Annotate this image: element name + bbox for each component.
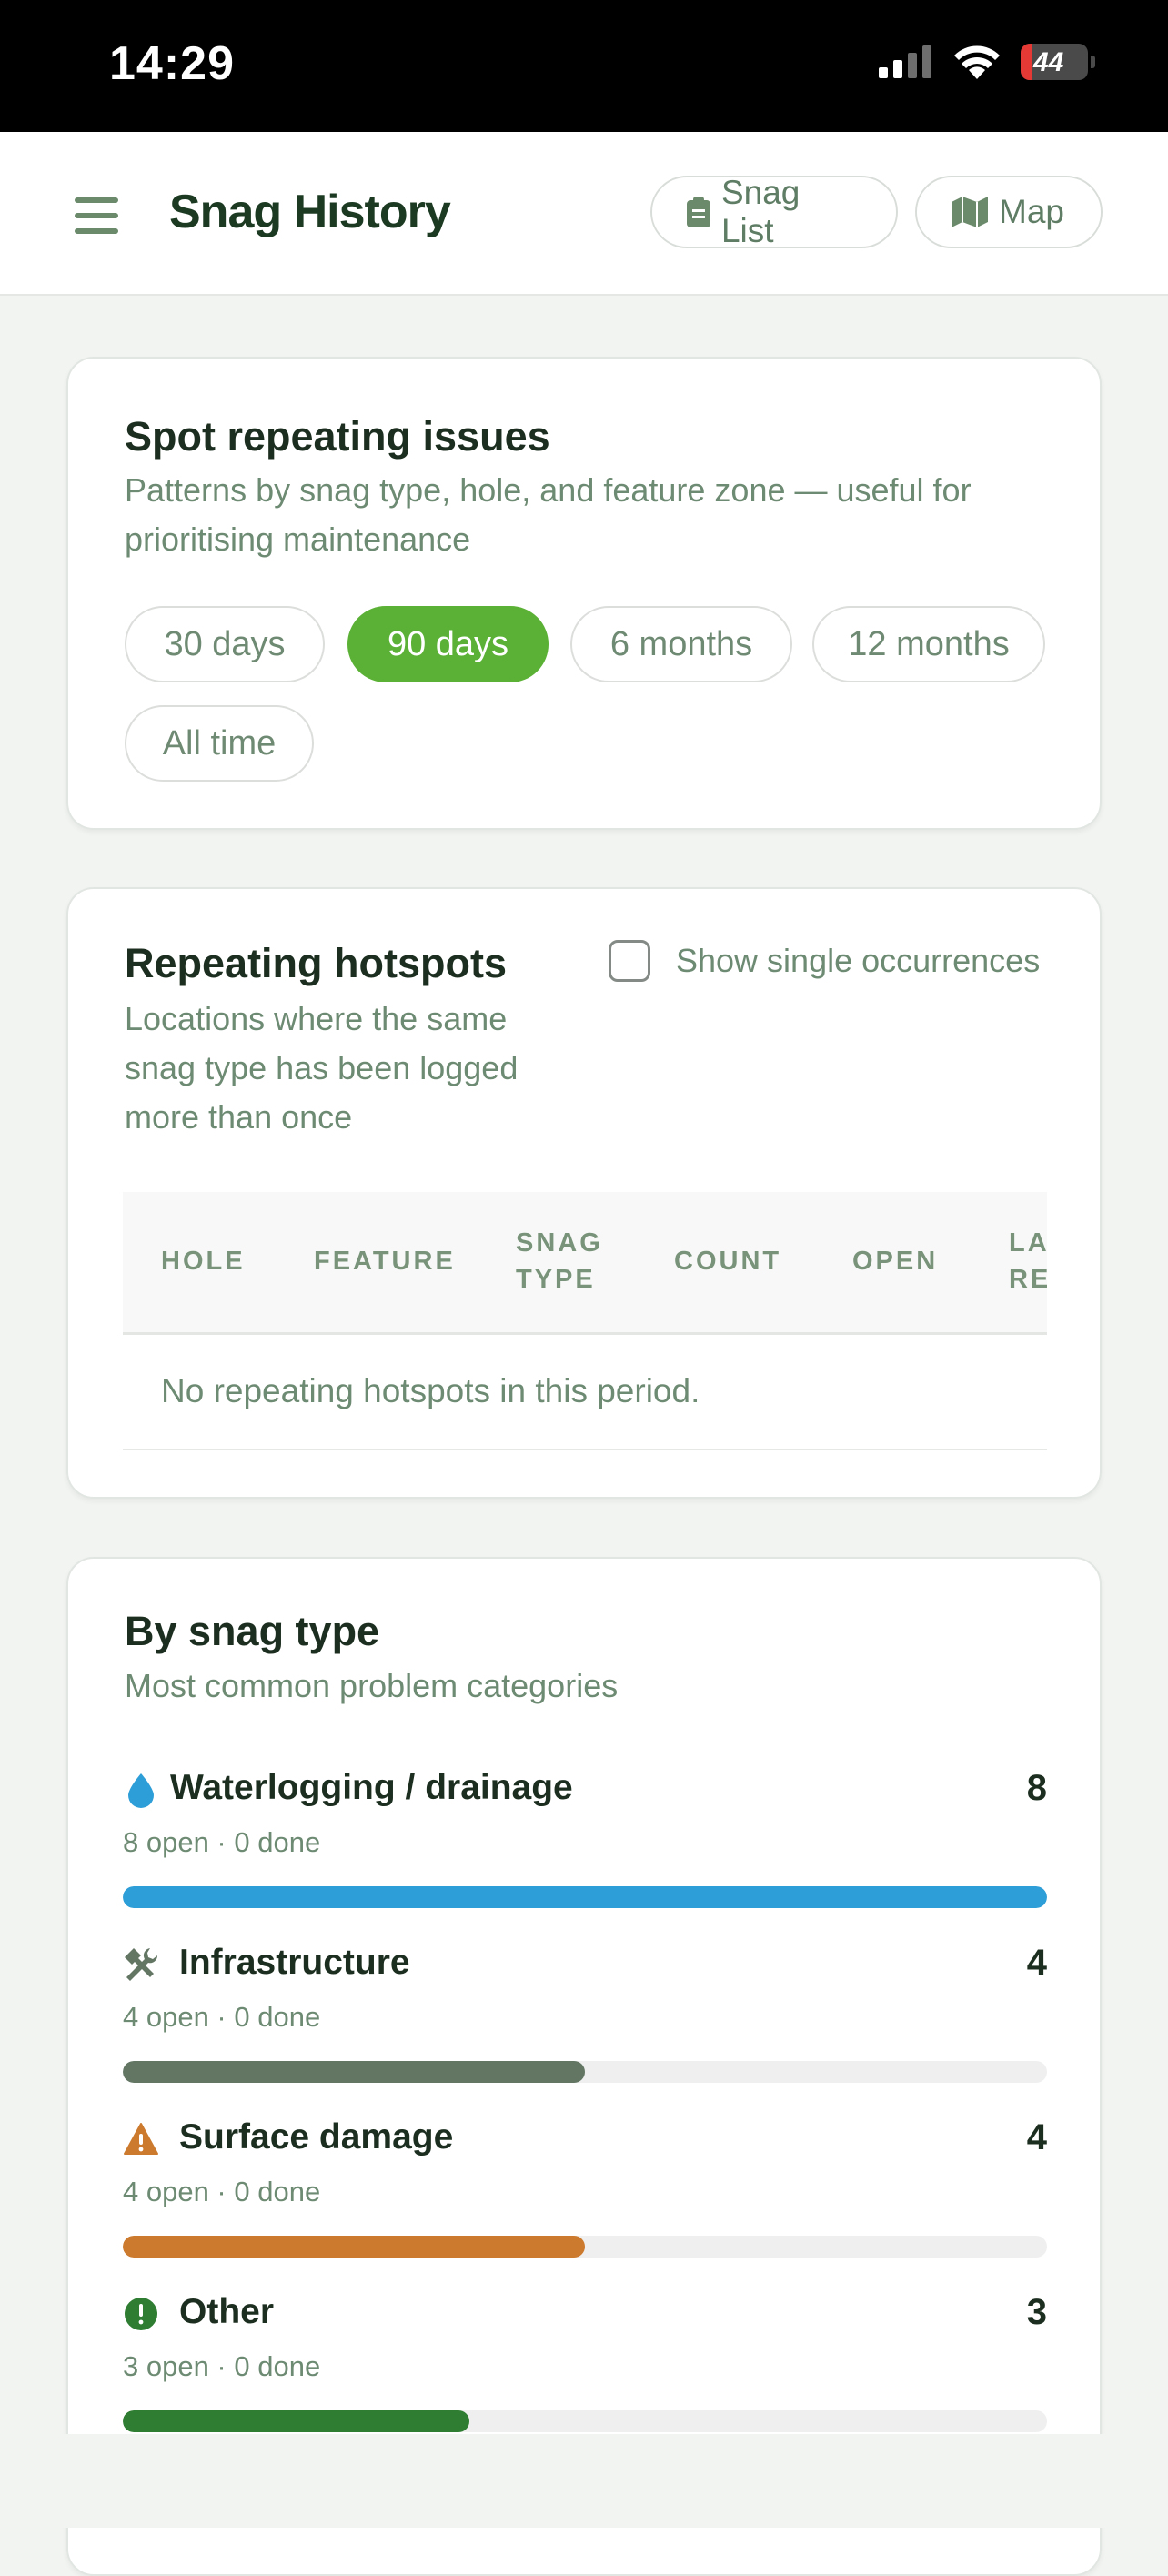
snag-type-bar [123, 2410, 1047, 2432]
snag-type-count: 8 [1026, 1768, 1047, 1808]
single-occurrences-label[interactable]: Show single occurrences [676, 942, 1040, 980]
col-count[interactable]: COUNT [674, 1243, 781, 1279]
page-bottom-background [0, 2434, 1168, 2528]
snag-type-count: 4 [1026, 2117, 1047, 2157]
period-card: Spot repeating issues Patterns by snag t… [66, 357, 1102, 830]
snag-type-meta: 4 open · 0 done [123, 2001, 321, 2033]
snag-type-name: Waterlogging / drainage [170, 1768, 573, 1807]
snag-type-name: Surface damage [179, 2117, 454, 2157]
snag-list-label: Snag List [720, 174, 800, 249]
filter-90-days[interactable]: 90 days [347, 606, 549, 682]
col-open[interactable]: OPEN [852, 1243, 938, 1279]
signal-icon [879, 45, 931, 78]
empty-message: No repeating hotspots in this period. [161, 1372, 700, 1409]
hotspots-subtitle: Locations where the same snag type has b… [125, 1000, 519, 1136]
alert-circle-icon [125, 2298, 157, 2330]
period-card-subtitle: Patterns by snag type, hole, and feature… [125, 471, 972, 558]
col-last-reported[interactable]: LA RE [1009, 1225, 1047, 1298]
snag-type-name: Infrastructure [179, 1943, 410, 1982]
status-bar: 14:29 44 [0, 0, 1168, 132]
filter-all-time[interactable]: All time [125, 705, 314, 782]
wifi-icon [954, 45, 1000, 79]
map-label: Map [999, 193, 1064, 230]
status-time: 14:29 [109, 37, 235, 90]
snag-type-count: 4 [1026, 1943, 1047, 1983]
snag-type-card: By snag type Most common problem categor… [66, 1557, 1102, 2576]
hotspots-title: Repeating hotspots [125, 940, 508, 986]
app-header: Snag History Snag List Map [0, 132, 1168, 296]
hotspots-table-header: HOLE FEATURE SNAG TYPE COUNT OPEN LA RE [123, 1192, 1047, 1335]
snag-type-bar-fill [123, 2061, 585, 2083]
battery-icon: 44 [1021, 44, 1095, 80]
filter-30-days[interactable]: 30 days [125, 606, 325, 682]
page-title: Snag History [169, 186, 451, 238]
snag-type-bar [123, 2236, 1047, 2258]
snag-type-row-other[interactable]: Other 3 3 open · 0 done [123, 2292, 1047, 2449]
snag-type-row-surface-damage[interactable]: Surface damage 4 4 open · 0 done [123, 2117, 1047, 2274]
col-snag-type[interactable]: SNAG TYPE [516, 1225, 603, 1298]
snag-type-meta: 4 open · 0 done [123, 2176, 321, 2207]
snag-type-bar-fill [123, 2236, 585, 2258]
snag-list-button[interactable]: Snag List [650, 174, 898, 249]
empty-table-row: No repeating hotspots in this period. [123, 1334, 1047, 1450]
snag-type-bar [123, 2061, 1047, 2083]
snag-type-name: Other [179, 2292, 275, 2331]
map-icon [952, 197, 988, 227]
snag-type-meta: 8 open · 0 done [123, 1826, 321, 1858]
filter-6-months[interactable]: 6 months [570, 606, 792, 682]
battery-level: 44 [1033, 47, 1064, 77]
snag-type-row-waterlogging[interactable]: Waterlogging / drainage 8 8 open · 0 don… [123, 1768, 1047, 1924]
snag-type-row-infrastructure[interactable]: Infrastructure 4 4 open · 0 done [123, 1943, 1047, 2099]
col-feature[interactable]: FEATURE [314, 1243, 456, 1279]
menu-icon[interactable] [75, 197, 118, 234]
snag-type-count: 3 [1026, 2292, 1047, 2332]
status-icons: 44 [879, 44, 1095, 80]
snag-type-subtitle: Most common problem categories [125, 1667, 619, 1704]
col-hole[interactable]: HOLE [161, 1243, 246, 1279]
single-occurrences-checkbox[interactable] [609, 940, 650, 982]
map-button[interactable]: Map [915, 176, 1103, 248]
filter-12-months[interactable]: 12 months [812, 606, 1045, 682]
period-card-title: Spot repeating issues [125, 413, 550, 460]
tools-icon [125, 1948, 158, 1981]
warning-icon [124, 2123, 158, 2155]
snag-type-title: By snag type [125, 1608, 380, 1654]
clipboard-icon [687, 197, 710, 227]
water-drop-icon [128, 1773, 154, 1808]
snag-type-meta: 3 open · 0 done [123, 2350, 321, 2382]
hotspots-card: Repeating hotspots Locations where the s… [66, 887, 1102, 1499]
snag-type-bar [123, 1886, 1047, 1908]
snag-type-bar-fill [123, 1886, 1047, 1908]
snag-type-bar-fill [123, 2410, 469, 2432]
